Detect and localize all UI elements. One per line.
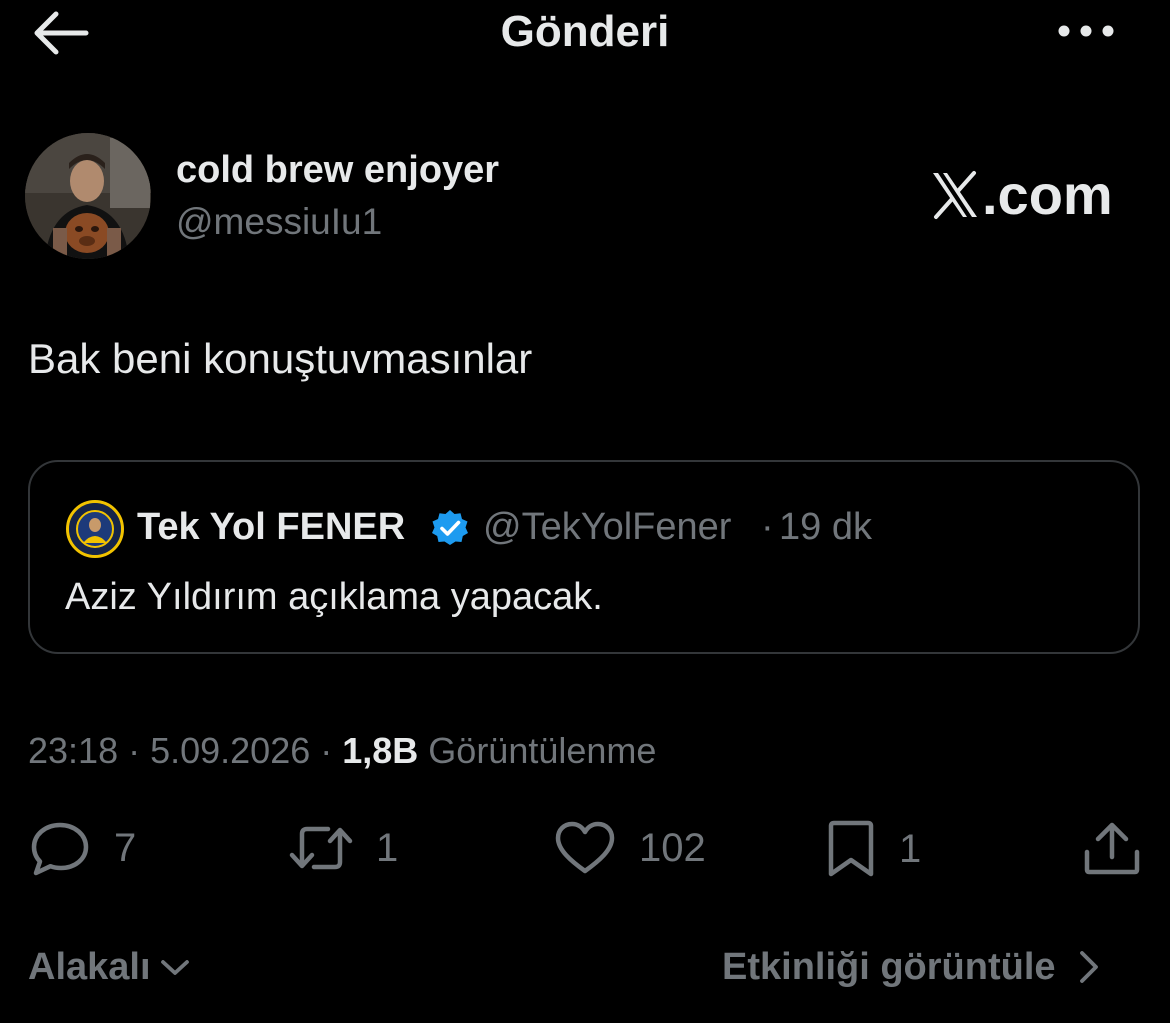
tweet-text: Bak beni konuştuvmasınlar	[28, 335, 533, 382]
verified-badge-icon	[432, 510, 468, 545]
tweet-meta: 23:18 · 5.09.2026 · 1,8B Görüntülenme	[28, 728, 656, 774]
post-date[interactable]: 5.09.2026	[150, 730, 310, 771]
heart-icon	[555, 821, 615, 874]
reply-button[interactable]: 7	[28, 820, 136, 876]
quoted-author-avatar[interactable]	[66, 500, 124, 558]
quoted-tweet-text: Aziz Yıldırım açıklama yapacak.	[65, 576, 603, 618]
quoted-timestamp[interactable]: 19 dk	[779, 504, 872, 550]
more-options-button[interactable]	[1054, 14, 1118, 48]
chevron-right-icon	[1079, 951, 1098, 983]
author-avatar[interactable]	[25, 133, 151, 259]
sort-label: Alakalı	[28, 946, 151, 988]
watermark-text: .com	[982, 163, 1113, 226]
bookmark-button[interactable]: 1	[825, 820, 921, 878]
repost-icon	[289, 826, 353, 870]
like-button[interactable]: 102	[553, 820, 706, 876]
share-button[interactable]	[1083, 822, 1141, 876]
author-display-name[interactable]: cold brew enjoyer	[176, 148, 499, 192]
x-com-watermark: .com	[930, 163, 1113, 227]
bookmark-count: 1	[899, 827, 922, 871]
sort-dropdown[interactable]: Alakalı	[28, 944, 193, 990]
separator-dot: ·	[310, 730, 343, 771]
author-handle[interactable]: @messiuIu1	[176, 200, 382, 244]
reply-count: 7	[114, 826, 137, 870]
activity-label: Etkinliği görüntüle	[722, 946, 1056, 988]
repost-button[interactable]: 1	[288, 820, 398, 876]
share-icon	[1084, 822, 1140, 875]
fenerbahce-logo-icon	[69, 503, 121, 555]
page-title: Gönderi	[500, 7, 670, 56]
chevron-down-icon	[160, 960, 189, 975]
like-count: 102	[639, 826, 706, 870]
separator-dot: ·	[761, 506, 774, 548]
views-label: Görüntülenme	[418, 730, 657, 771]
more-horizontal-icon	[1058, 25, 1114, 37]
quoted-author-name[interactable]: Tek Yol FENER	[137, 504, 405, 550]
x-logo-icon	[933, 171, 977, 219]
quoted-author-handle[interactable]: @TekYolFener	[483, 504, 731, 550]
view-count: 1,8B	[342, 730, 419, 771]
repost-count: 1	[376, 826, 399, 870]
separator-dot: ·	[118, 730, 151, 771]
view-activity-link[interactable]: Etkinliği görüntüle	[722, 944, 1110, 990]
bookmark-icon	[828, 820, 874, 877]
comment-icon	[31, 822, 89, 876]
post-time[interactable]: 23:18	[28, 730, 118, 771]
avatar-photo	[25, 133, 151, 259]
quoted-tweet-card[interactable]: Tek Yol FENER @TekYolFener · 19 dk Aziz …	[28, 460, 1140, 654]
